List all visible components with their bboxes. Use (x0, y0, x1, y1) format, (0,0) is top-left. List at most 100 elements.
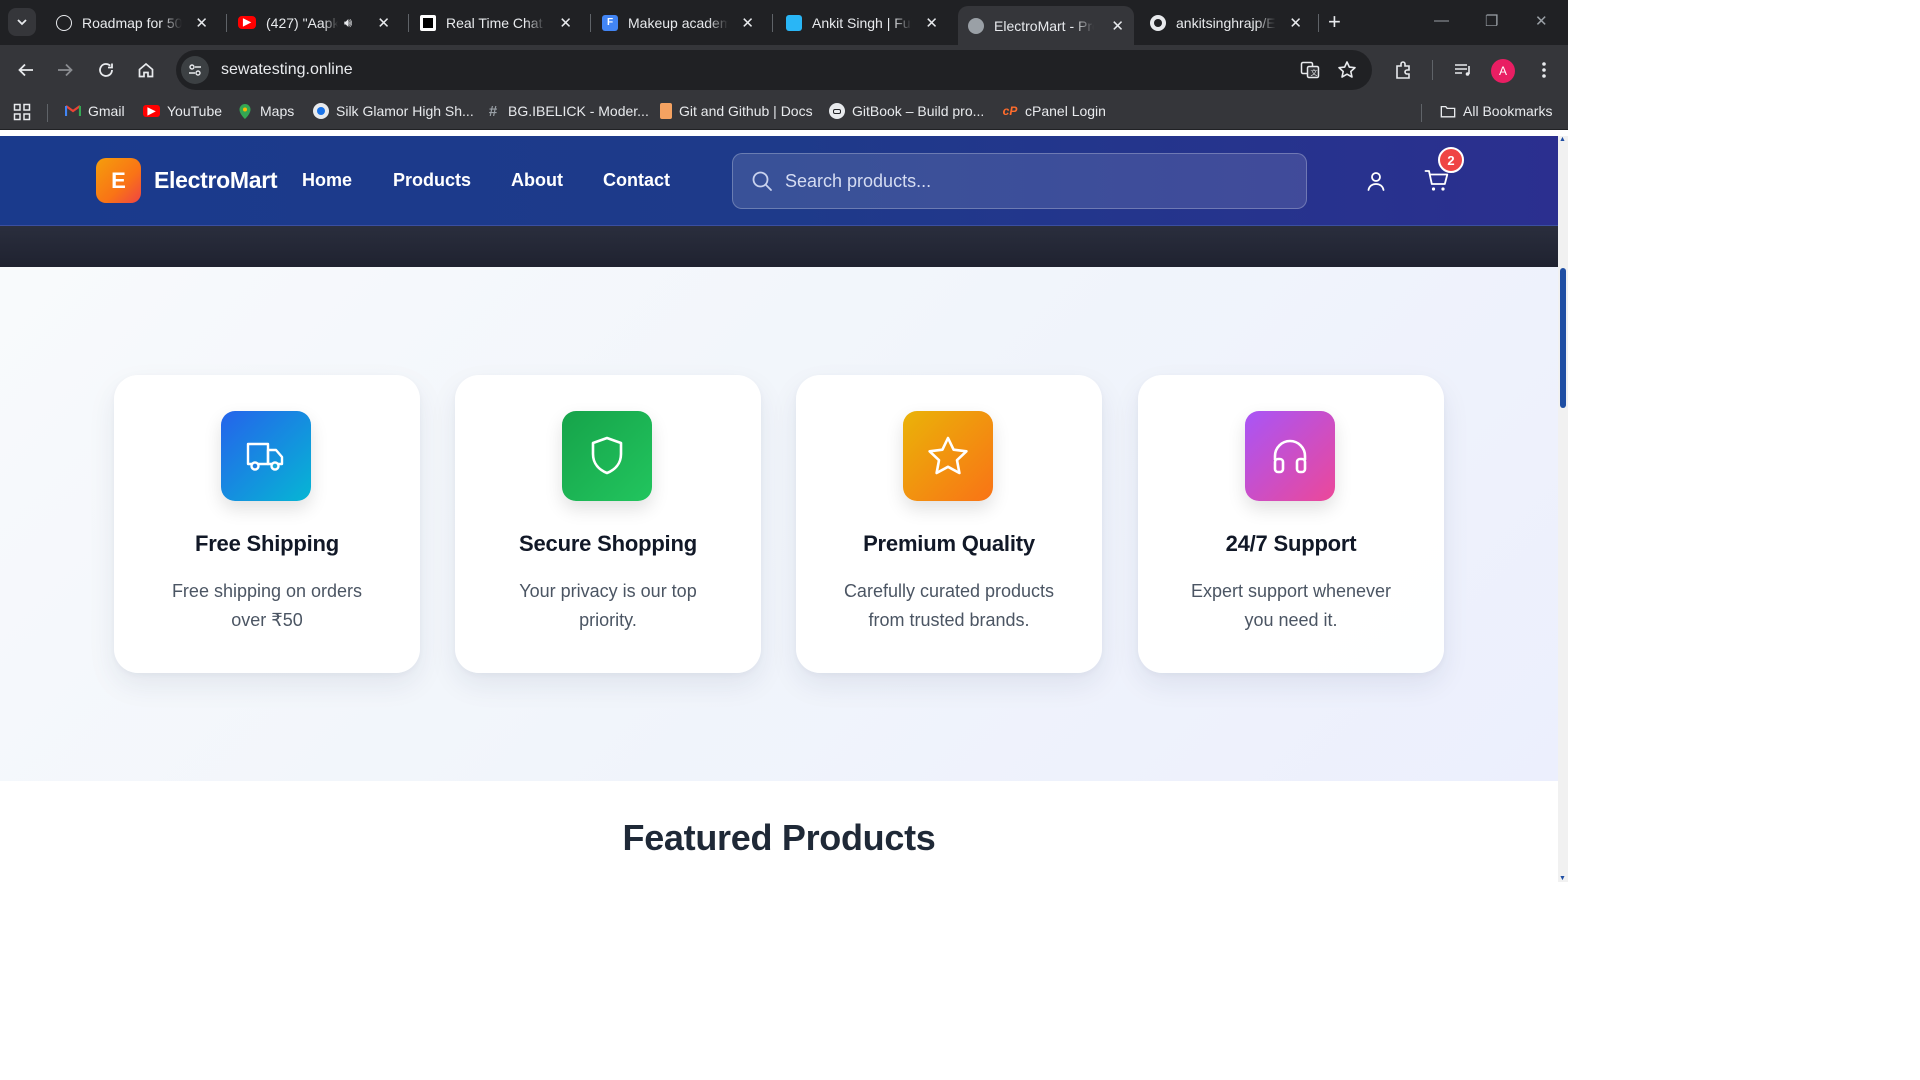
bookmark-star-icon[interactable] (1335, 58, 1359, 82)
youtube-icon: ▶ (238, 16, 256, 29)
bookmark-label: Git and Github | Docs (679, 103, 813, 119)
back-button[interactable] (14, 58, 38, 82)
tab-title: ankitsinghrajp/Ec (1176, 14, 1276, 31)
tab-realtime-chat[interactable]: Real Time Chat Pl ✕ (410, 6, 582, 39)
url-text[interactable]: sewatesting.online (221, 61, 353, 79)
chevron-down-icon (17, 19, 27, 26)
reload-button[interactable] (94, 58, 118, 82)
scrollbar-thumb[interactable] (1560, 268, 1566, 408)
browser-tab-bar: Roadmap for 50 l ✕ ▶ (427) "Aapka 🔊︎ ✕ R… (0, 0, 1568, 45)
feature-title: Free Shipping (194, 531, 340, 556)
forward-button[interactable] (53, 58, 77, 82)
scroll-up-arrow[interactable]: ▲ (1559, 136, 1566, 143)
bookmark-cpanel[interactable]: cP cPanel Login (1002, 103, 1106, 119)
minimize-icon[interactable]: — (1434, 12, 1449, 29)
tab-roadmap[interactable]: Roadmap for 50 l ✕ (46, 6, 218, 39)
bookmark-gitbook[interactable]: GitBook – Build pro... (829, 103, 984, 119)
feature-title: 24/7 Support (1225, 531, 1357, 556)
scroll-down-arrow[interactable]: ▼ (1559, 875, 1566, 882)
bookmark-youtube[interactable]: ▶ YouTube (143, 103, 222, 119)
site-info-icon[interactable] (181, 56, 209, 84)
bookmark-git-github[interactable]: Git and Github | Docs (660, 103, 813, 119)
git-docs-icon (660, 103, 672, 119)
feature-card-secure: Secure Shopping Your privacy is our top … (455, 375, 761, 673)
browser-menu-icon[interactable] (1532, 58, 1556, 82)
tab-title: Roadmap for 50 l (82, 14, 182, 31)
arrow-left-icon (18, 63, 33, 77)
map-pin-icon (237, 103, 253, 119)
tab-title: Makeup academy (628, 14, 728, 31)
window-close-icon[interactable]: ✕ (1535, 12, 1548, 30)
nav-products[interactable]: Products (393, 170, 471, 191)
new-tab-button[interactable]: + (1328, 10, 1341, 34)
extensions-icon[interactable] (1392, 58, 1416, 82)
search-icon (752, 171, 772, 191)
media-controls-icon[interactable] (1451, 58, 1475, 82)
nav-home[interactable]: Home (302, 170, 352, 191)
svg-text:文: 文 (1311, 68, 1318, 77)
close-icon[interactable]: ✕ (377, 14, 390, 32)
search-bar[interactable] (732, 153, 1307, 209)
close-icon[interactable]: ✕ (925, 14, 938, 32)
tab-youtube[interactable]: ▶ (427) "Aapka 🔊︎ ✕ (228, 6, 400, 39)
cart-icon[interactable] (1424, 169, 1449, 193)
tab-ankit-singh[interactable]: Ankit Singh | Full ✕ (776, 6, 948, 39)
search-input[interactable] (785, 170, 1265, 192)
forms-icon: F (602, 14, 618, 31)
apps-icon[interactable] (13, 103, 31, 121)
bookmark-gmail[interactable]: Gmail (65, 103, 125, 119)
hero-banner-edge (0, 226, 1558, 267)
site-header: E ElectroMart Home Products About Contac… (0, 136, 1558, 226)
all-bookmarks-button[interactable]: All Bookmarks (1440, 103, 1552, 119)
bookmark-label: All Bookmarks (1463, 103, 1553, 119)
truck-icon (221, 411, 311, 501)
close-icon[interactable]: ✕ (741, 14, 754, 32)
speaker-icon[interactable]: 🔊︎ (344, 15, 352, 31)
close-icon[interactable]: ✕ (195, 14, 208, 32)
page-scrollbar[interactable]: ▲ ▼ (1558, 136, 1568, 882)
folder-icon (1440, 103, 1456, 119)
hash-icon: # (488, 102, 498, 120)
nav-contact[interactable]: Contact (603, 170, 670, 191)
nav-about[interactable]: About (511, 170, 563, 191)
bookmark-label: GitBook – Build pro... (852, 103, 985, 119)
close-icon[interactable]: ✕ (559, 14, 572, 32)
cart-count-badge: 2 (1438, 147, 1464, 173)
section-heading: Featured Products (622, 817, 936, 858)
tab-title: (427) "Aapka (266, 14, 338, 31)
logo-mark[interactable]: E (96, 158, 141, 203)
tab-title: ElectroMart - Pre (994, 17, 1094, 34)
bookmark-label: cPanel Login (1025, 103, 1106, 119)
page-viewport: E ElectroMart Home Products About Contac… (0, 136, 1558, 882)
star-icon (903, 411, 993, 501)
feature-description: Free shipping on orders over ₹50 (171, 581, 363, 630)
tab-title: Real Time Chat Pl (446, 14, 546, 31)
close-icon[interactable]: ✕ (1111, 17, 1124, 35)
bookmark-maps[interactable]: Maps (237, 103, 294, 119)
features-section: Free Shipping Free shipping on orders ov… (0, 267, 1558, 781)
headphones-icon (1245, 411, 1335, 501)
tab-github[interactable]: ankitsinghrajp/Ec ✕ (1140, 6, 1312, 39)
home-icon (138, 62, 154, 78)
tab-title: Ankit Singh | Full (812, 14, 912, 31)
featured-products-section: Featured Products (0, 781, 1558, 882)
restore-icon[interactable]: ❐ (1485, 12, 1498, 30)
profile-avatar[interactable]: A (1491, 59, 1515, 83)
user-icon[interactable] (1364, 169, 1388, 193)
close-icon[interactable]: ✕ (1289, 14, 1302, 32)
bookmark-bg-ibelick[interactable]: # BG.IBELICK - Moder... (485, 102, 649, 120)
bookmark-label: YouTube (167, 103, 223, 119)
bookmark-label: BG.IBELICK - Moder... (508, 103, 649, 119)
translate-icon[interactable]: 文 (1298, 58, 1322, 82)
bookmark-silk-glamor[interactable]: Silk Glamor High Sh... (313, 103, 474, 119)
shield-icon (562, 411, 652, 501)
bookmark-label: Silk Glamor High Sh... (336, 103, 474, 119)
tab-search-button[interactable] (8, 8, 36, 36)
home-button[interactable] (134, 58, 158, 82)
tab-makeup-academy[interactable]: F Makeup academy ✕ (592, 6, 764, 39)
tab-electromart[interactable]: ElectroMart - Pre ✕ (958, 6, 1134, 45)
briefcase-icon (786, 14, 802, 31)
address-bar[interactable]: sewatesting.online (176, 50, 1372, 90)
brand-name[interactable]: ElectroMart (154, 167, 278, 194)
browser-toolbar: sewatesting.online 文 A (0, 45, 1568, 95)
